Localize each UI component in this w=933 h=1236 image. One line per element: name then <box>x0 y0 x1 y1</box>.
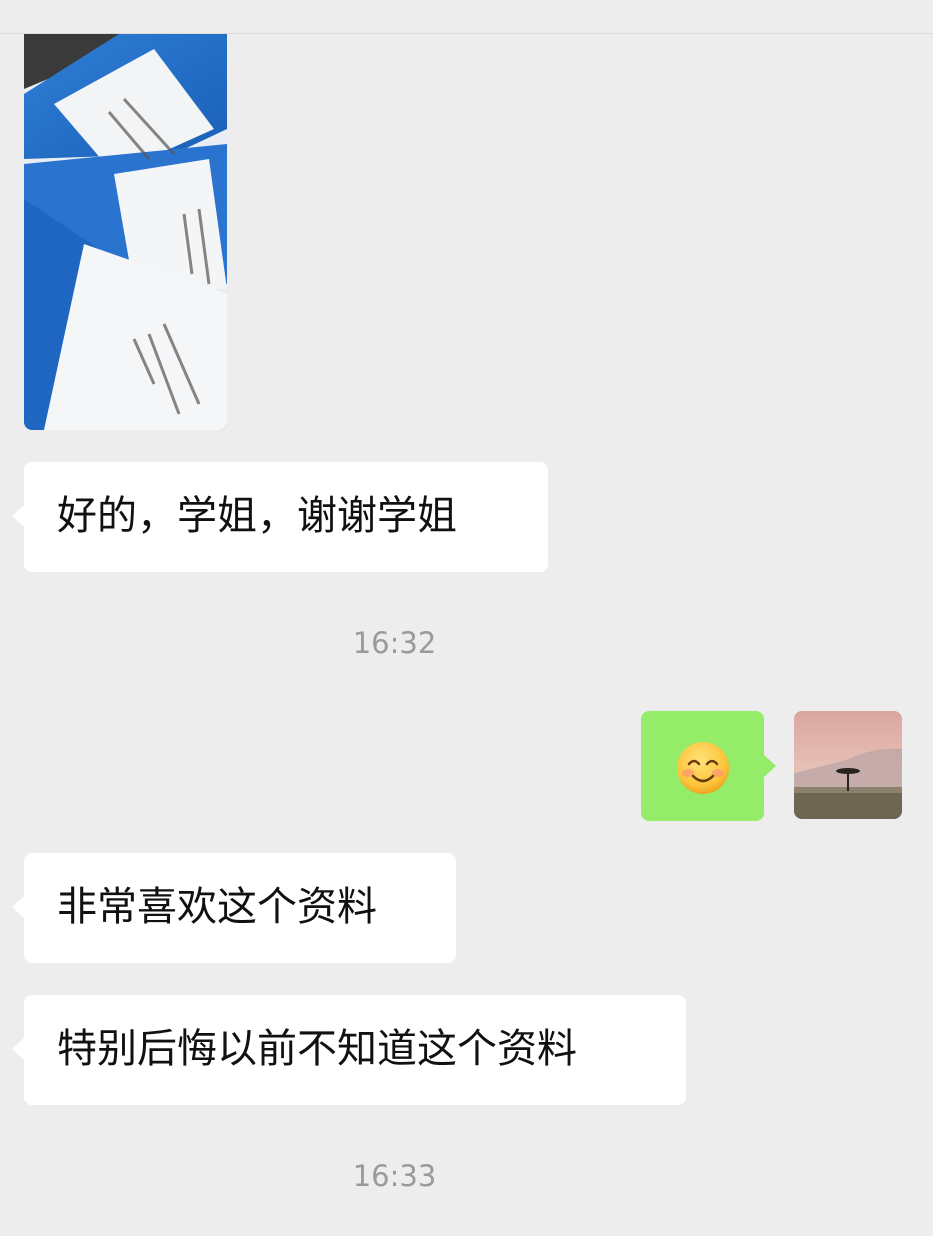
avatar-landscape-image <box>794 711 902 819</box>
message-bubble-outgoing[interactable] <box>641 711 776 821</box>
message-text: 特别后悔以前不知道这个资料 <box>57 1026 577 1072</box>
message-bubble-incoming[interactable]: 好的，学姐，谢谢学姐 <box>12 462 548 572</box>
timestamp: 16:32 <box>352 626 437 660</box>
smiling-face-icon <box>677 742 729 794</box>
photo-message[interactable] <box>24 34 227 430</box>
message-bubble-incoming[interactable]: 非常喜欢这个资料 <box>12 853 456 963</box>
avatar[interactable] <box>794 711 902 819</box>
timestamp: 16:33 <box>352 1159 437 1193</box>
message-text: 非常喜欢这个资料 <box>57 884 377 930</box>
message-bubble-incoming[interactable]: 特别后悔以前不知道这个资料 <box>12 995 686 1105</box>
message-text: 好的，学姐，谢谢学姐 <box>57 493 457 539</box>
booklets-photo <box>24 34 227 430</box>
